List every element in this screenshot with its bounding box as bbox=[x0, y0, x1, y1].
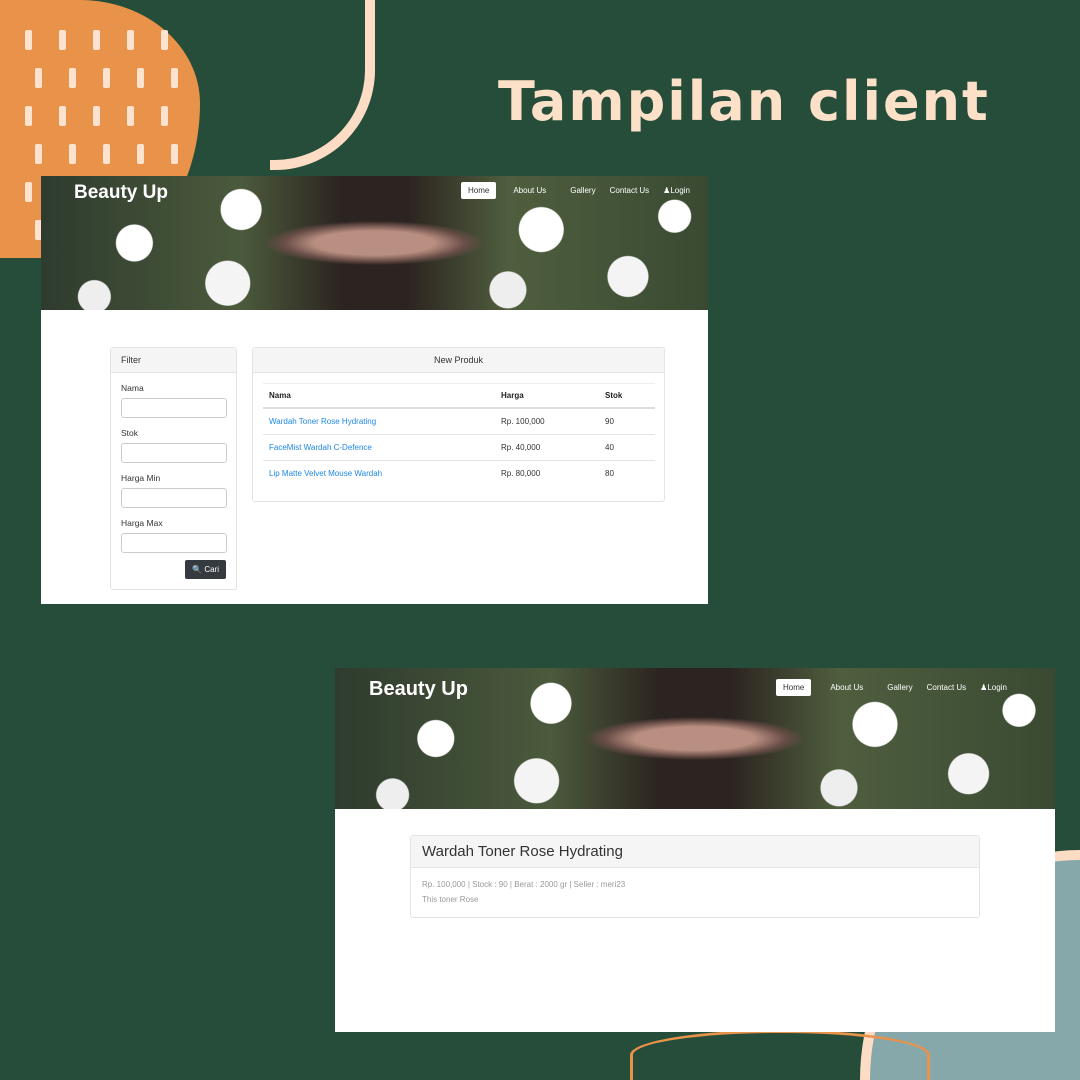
table-row: FaceMist Wardah C-Defence Rp. 40,000 40 bbox=[263, 434, 655, 461]
harga-min-label: Harga Min bbox=[121, 473, 161, 483]
nama-input[interactable] bbox=[121, 398, 227, 418]
product-link[interactable]: Wardah Toner Rose Hydrating bbox=[269, 417, 376, 426]
stock: 40 bbox=[599, 434, 655, 461]
stock: 80 bbox=[605, 469, 614, 478]
dash-decoration bbox=[25, 30, 32, 50]
nav-contact[interactable]: Contact Us bbox=[920, 679, 974, 696]
nav-contact[interactable]: Contact Us bbox=[603, 182, 657, 199]
filter-title: Filter bbox=[111, 348, 236, 373]
harga-max-label: Harga Max bbox=[121, 518, 163, 528]
product-detail-card: Wardah Toner Rose Hydrating Rp. 100,000 … bbox=[410, 835, 980, 918]
price: Rp. 100,000 bbox=[495, 408, 599, 435]
price: Rp. 40,000 bbox=[495, 434, 599, 461]
dash-decoration bbox=[137, 144, 144, 164]
harga-max-input[interactable] bbox=[121, 533, 227, 553]
dash-decoration bbox=[59, 106, 66, 126]
product-link[interactable]: FaceMist Wardah C-Defence bbox=[269, 443, 372, 452]
nav-gallery[interactable]: Gallery bbox=[563, 182, 602, 199]
table-row: Wardah Toner Rose Hydrating Rp. 100,000 90 bbox=[263, 408, 655, 435]
navbar: Home About Us Gallery Contact Us ♟Login bbox=[461, 182, 697, 199]
product-description: This toner Rose bbox=[422, 895, 479, 904]
dash-decoration bbox=[25, 106, 32, 126]
brand-logo[interactable]: Beauty Up bbox=[74, 182, 168, 204]
slide-title: Tampilan client bbox=[498, 70, 990, 133]
filter-panel: Filter Nama Stok Harga Min Harga Max 🔍 C… bbox=[110, 347, 237, 590]
products-panel: New Produk Nama Harga Stok Wardah Toner … bbox=[252, 347, 665, 502]
stock: 90 bbox=[599, 408, 655, 435]
dash-decoration bbox=[171, 144, 178, 164]
price: Rp. 80,000 bbox=[501, 469, 541, 478]
stok-label: Stok bbox=[121, 428, 139, 438]
col-harga: Harga bbox=[495, 383, 599, 409]
nav-home[interactable]: Home bbox=[461, 182, 497, 199]
dash-decoration bbox=[93, 106, 100, 126]
cari-button[interactable]: 🔍 Cari bbox=[185, 560, 226, 579]
navbar: Home About Us Gallery Contact Us ♟Login bbox=[776, 679, 1014, 696]
nav-about[interactable]: About Us bbox=[823, 679, 870, 696]
products-table: Nama Harga Stok Wardah Toner Rose Hydrat… bbox=[263, 383, 655, 486]
hero-banner: Beauty Up Home About Us Gallery Contact … bbox=[335, 668, 1055, 809]
dash-decoration bbox=[69, 144, 76, 164]
client-detail-screenshot: Beauty Up Home About Us Gallery Contact … bbox=[335, 668, 1055, 1032]
col-nama: Nama bbox=[263, 383, 495, 409]
dash-decoration bbox=[161, 106, 168, 126]
nav-home[interactable]: Home bbox=[776, 679, 812, 696]
nav-gallery[interactable]: Gallery bbox=[880, 679, 919, 696]
nav-login[interactable]: ♟Login bbox=[973, 679, 1014, 696]
dash-decoration bbox=[35, 144, 42, 164]
dash-decoration bbox=[161, 30, 168, 50]
brand-logo[interactable]: Beauty Up bbox=[369, 678, 468, 701]
product-meta: Rp. 100,000 | Stock : 90 | Berat : 2000 … bbox=[422, 880, 626, 889]
dash-decoration bbox=[171, 68, 178, 88]
dash-decoration bbox=[35, 68, 42, 88]
dash-decoration bbox=[137, 68, 144, 88]
stok-input[interactable] bbox=[121, 443, 227, 463]
dash-decoration bbox=[59, 30, 66, 50]
product-title: Wardah Toner Rose Hydrating bbox=[411, 836, 979, 868]
dash-decoration bbox=[93, 30, 100, 50]
hero-banner: Beauty Up Home About Us Gallery Contact … bbox=[41, 176, 708, 310]
table-row: Lip Matte Velvet Mouse Wardah Rp. 80,000 8… bbox=[263, 461, 655, 487]
dash-decoration bbox=[25, 182, 32, 202]
products-title: New Produk bbox=[253, 348, 664, 373]
dash-decoration bbox=[127, 106, 134, 126]
product-link[interactable]: Lip Matte Velvet Mouse Wardah bbox=[269, 469, 382, 478]
petal-decoration bbox=[630, 1030, 930, 1080]
dash-decoration bbox=[127, 30, 134, 50]
dash-decoration bbox=[69, 68, 76, 88]
arc-decoration bbox=[270, 0, 375, 170]
dash-decoration bbox=[103, 68, 110, 88]
col-stok: Stok bbox=[599, 383, 655, 409]
client-home-screenshot: Beauty Up Home About Us Gallery Contact … bbox=[41, 176, 708, 604]
dash-decoration bbox=[103, 144, 110, 164]
nama-label: Nama bbox=[121, 383, 144, 393]
nav-login[interactable]: ♟Login bbox=[656, 182, 697, 199]
search-icon: 🔍 bbox=[192, 565, 203, 574]
harga-min-input[interactable] bbox=[121, 488, 227, 508]
nav-about[interactable]: About Us bbox=[506, 182, 553, 199]
